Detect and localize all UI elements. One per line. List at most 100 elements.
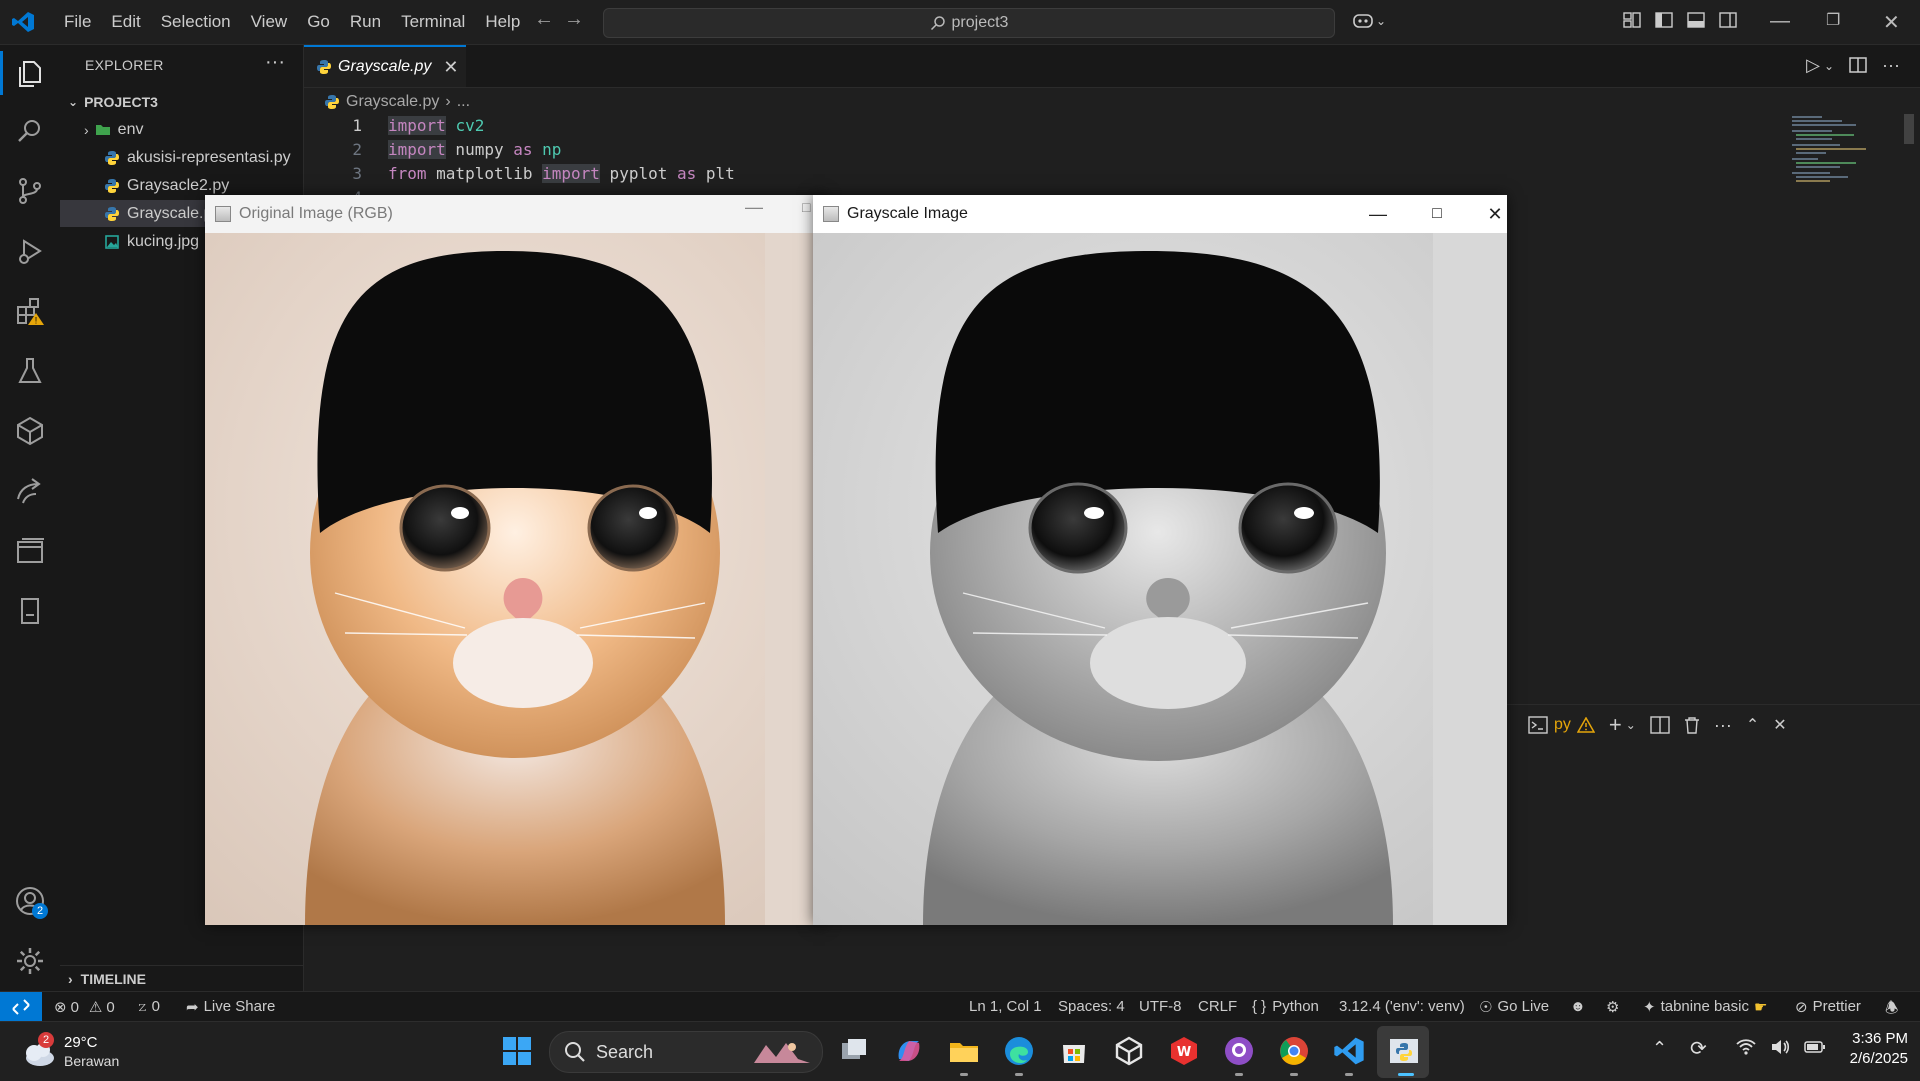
microsoft-store-icon[interactable] [1058, 1035, 1090, 1067]
live-share-icon[interactable] [14, 475, 46, 507]
indentation[interactable]: Spaces: 4 [1058, 998, 1125, 1015]
codesandbox-icon[interactable] [14, 415, 46, 447]
maximize-icon[interactable]: □ [1417, 199, 1457, 229]
taskbar-search[interactable]: Search [549, 1031, 823, 1073]
file-explorer-icon[interactable] [948, 1035, 980, 1067]
tree-item-akusisi[interactable]: akusisi-representasi.py [60, 144, 303, 171]
menu-help[interactable]: Help [475, 12, 530, 32]
original-image-window[interactable]: Original Image (RGB) — □ [205, 195, 825, 925]
python-app-icon[interactable] [1388, 1035, 1420, 1067]
notifications-bell-icon[interactable]: 🕭 [1885, 998, 1898, 1023]
testing-icon[interactable] [14, 355, 46, 387]
ports-indicator[interactable]: 𝚣 0 [137, 998, 160, 1015]
more-actions-icon[interactable]: ··· [1714, 715, 1732, 736]
menu-terminal[interactable]: Terminal [391, 12, 475, 32]
window-title-bar[interactable]: Grayscale Image — □ ✕ [813, 195, 1507, 233]
language-mode[interactable]: { } Python [1252, 998, 1319, 1015]
minimize-icon[interactable]: — [1358, 199, 1398, 229]
go-live-button[interactable]: ☉ Go Live [1479, 998, 1549, 1016]
weather-widget[interactable]: 2 29°C Berawan [20, 1030, 160, 1074]
extensions-icon[interactable]: ! [14, 295, 46, 327]
close-panel-icon[interactable]: ✕ [1773, 715, 1786, 735]
chevron-down-icon[interactable]: ⌄ [1824, 59, 1834, 76]
search-icon[interactable] [14, 115, 46, 147]
minimize-icon[interactable]: — [745, 197, 763, 218]
restore-icon[interactable]: ❐ [1826, 10, 1840, 30]
tree-item-env[interactable]: › env [60, 116, 303, 143]
cursor-position[interactable]: Ln 1, Col 1 [969, 998, 1042, 1015]
line-ending[interactable]: CRLF [1198, 998, 1237, 1015]
chrome-icon[interactable] [1278, 1035, 1310, 1067]
maximize-panel-icon[interactable]: ⌃ [1746, 715, 1759, 735]
codesandbox-app-icon[interactable] [1113, 1035, 1145, 1067]
more-actions-icon[interactable]: ··· [1882, 55, 1900, 76]
vscode-taskbar-icon[interactable] [1333, 1035, 1365, 1067]
sync-icon[interactable]: ⟳ [1690, 1036, 1707, 1061]
run-debug-icon[interactable] [14, 235, 46, 267]
back-arrow-icon[interactable]: ← [534, 8, 554, 31]
task-view-icon[interactable] [838, 1035, 870, 1067]
close-icon[interactable]: ✕ [1475, 199, 1515, 229]
customize-layout-icon[interactable] [1622, 10, 1642, 30]
source-control-icon[interactable] [14, 175, 46, 207]
accounts-status-icon[interactable]: ⚙ [1606, 998, 1619, 1016]
accounts-icon[interactable]: 2 [14, 885, 48, 919]
wps-office-icon[interactable]: W [1168, 1035, 1200, 1067]
editor-scrollbar[interactable] [1904, 114, 1914, 144]
prettier-status[interactable]: ⊘ Prettier [1795, 998, 1861, 1016]
timeline-section[interactable]: › TIMELINE [60, 965, 303, 992]
forward-arrow-icon[interactable]: → [564, 8, 584, 31]
code-line[interactable]: import numpy as np [388, 140, 561, 159]
notebook-icon[interactable] [14, 595, 46, 627]
toggle-primary-sidebar-icon[interactable] [1654, 10, 1674, 30]
remote-explorer-icon[interactable] [14, 535, 46, 567]
copilot-app-icon[interactable] [893, 1035, 925, 1067]
breadcrumb-file[interactable]: Grayscale.py [346, 93, 439, 111]
menu-go[interactable]: Go [297, 12, 340, 32]
minimize-icon[interactable]: — [1770, 10, 1790, 33]
maximize-icon[interactable]: □ [802, 199, 810, 215]
grayscale-image-window[interactable]: Grayscale Image — □ ✕ [813, 195, 1507, 925]
new-terminal-icon[interactable]: + [1609, 712, 1622, 738]
terminal-name[interactable]: py [1554, 716, 1571, 734]
problems-indicator[interactable]: ⊗ 0 ⚠ 0 [54, 998, 115, 1017]
show-hidden-icons-chevron-icon[interactable]: ⌃ [1652, 1038, 1667, 1059]
toggle-secondary-sidebar-icon[interactable] [1718, 10, 1738, 30]
more-actions-icon[interactable]: ··· [265, 51, 285, 74]
minimap[interactable] [1790, 114, 1910, 194]
close-icon[interactable]: ✕ [1883, 10, 1900, 35]
code-line[interactable]: import cv2 [388, 116, 484, 135]
settings-gear-icon[interactable] [14, 945, 46, 977]
code-line[interactable]: from matplotlib import pyplot as plt [388, 164, 735, 183]
command-center[interactable]: project3 [603, 8, 1335, 38]
menu-selection[interactable]: Selection [151, 12, 241, 32]
remote-indicator[interactable] [0, 992, 42, 1022]
github-desktop-icon[interactable] [1223, 1035, 1255, 1067]
tab-grayscale[interactable]: Grayscale.py ✕ [304, 45, 466, 87]
clock[interactable]: 3:36 PM 2/6/2025 [1836, 1030, 1908, 1067]
menu-edit[interactable]: Edit [101, 12, 150, 32]
close-tab-icon[interactable]: ✕ [443, 57, 458, 78]
chevron-down-icon[interactable]: ⌄ [1626, 718, 1636, 732]
explorer-icon[interactable] [0, 51, 46, 95]
python-interpreter[interactable]: 3.12.4 ('env': venv) [1339, 998, 1465, 1015]
run-icon[interactable]: ▷ [1806, 55, 1820, 76]
project-root[interactable]: ⌄ PROJECT3 [60, 88, 303, 115]
start-button[interactable] [501, 1035, 533, 1067]
system-tray-quick-settings[interactable] [1728, 1032, 1834, 1062]
menu-file[interactable]: File [54, 12, 101, 32]
live-share-button[interactable]: ➦ Live Share [186, 998, 275, 1016]
trash-icon[interactable] [1684, 716, 1700, 734]
tabnine-status[interactable]: ✦ tabnine basic ☛ [1643, 998, 1767, 1016]
window-title-bar[interactable]: Original Image (RGB) — □ [205, 195, 825, 233]
toggle-panel-icon[interactable] [1686, 10, 1706, 30]
menu-run[interactable]: Run [340, 12, 391, 32]
copilot-button[interactable]: ⌄ [1352, 10, 1386, 32]
breadcrumb-symbol[interactable]: ... [457, 93, 470, 111]
terminal-icon[interactable] [1528, 716, 1548, 734]
encoding[interactable]: UTF-8 [1139, 998, 1182, 1015]
copilot-status-icon[interactable]: ☻ [1570, 998, 1586, 1015]
split-editor-icon[interactable] [1848, 55, 1868, 75]
edge-icon[interactable] [1003, 1035, 1035, 1067]
menu-view[interactable]: View [241, 12, 298, 32]
